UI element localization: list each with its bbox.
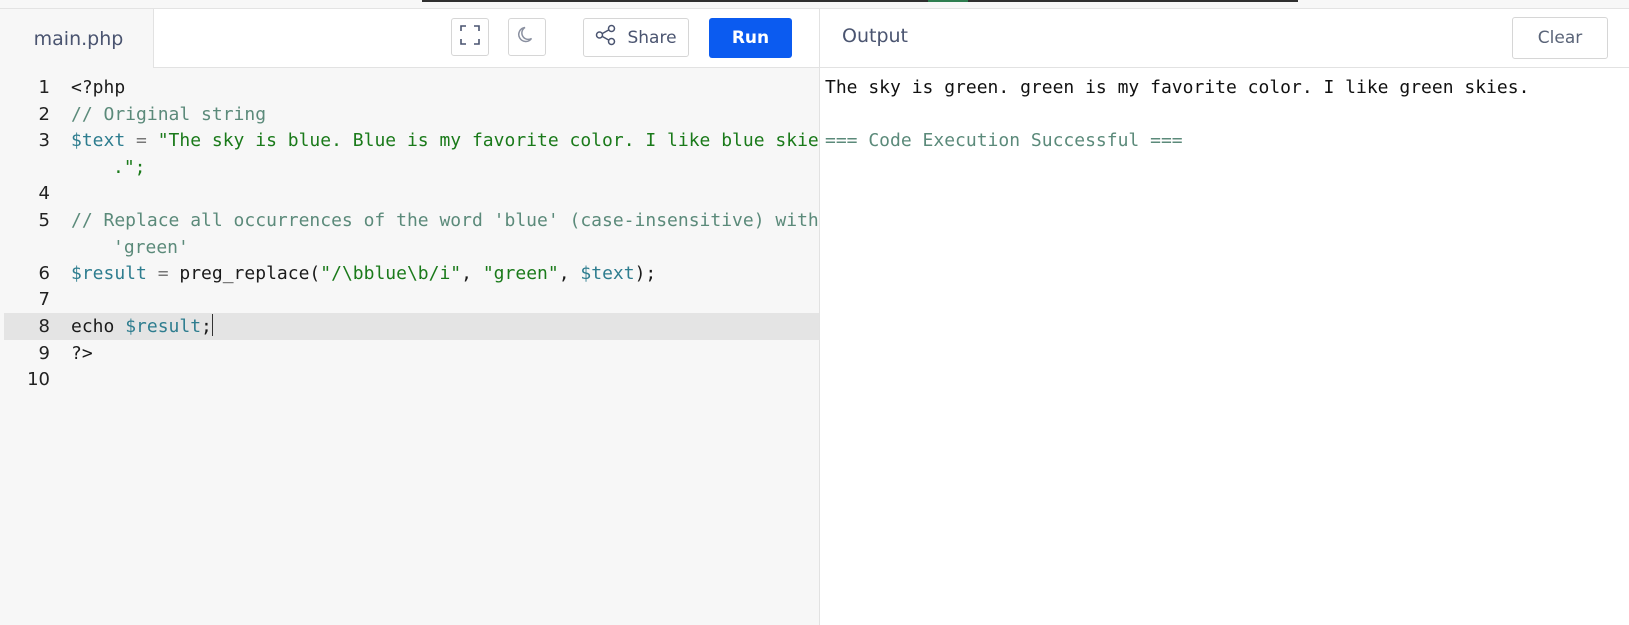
code-punct: );: [634, 263, 657, 284]
line-number: 6: [38, 263, 50, 284]
file-tab[interactable]: main.php: [4, 9, 154, 68]
share-label: Share: [627, 27, 677, 48]
line-number: 3: [38, 130, 50, 151]
code-line: 9 ?>: [4, 340, 819, 367]
output-title: Output: [842, 25, 908, 47]
code-text: $text = "The sky is blue. Blue is my fav…: [71, 127, 830, 154]
code-function: preg_replace(: [179, 263, 321, 284]
code-wrap-continuation: .";: [113, 154, 146, 181]
code-comment: // Replace all occurrences of the word '…: [71, 210, 819, 231]
output-pane: Output Clear The sky is green. green is …: [820, 9, 1629, 625]
code-line-active: 8 echo $result;: [4, 313, 819, 340]
top-bar-segment: [928, 0, 968, 2]
code-line: 10: [4, 366, 819, 393]
execution-status: === Code Execution Successful ===: [825, 130, 1183, 151]
code-operator: =: [125, 130, 158, 151]
code-operator: =: [146, 263, 180, 284]
share-button[interactable]: Share: [583, 18, 689, 57]
clear-label: Clear: [1537, 28, 1583, 48]
code-string: "/\bblue\b/i": [320, 263, 462, 284]
clear-button[interactable]: Clear: [1512, 17, 1608, 59]
output-toolbar: Output Clear: [820, 9, 1629, 68]
share-icon: [595, 24, 617, 51]
line-number: 1: [38, 77, 50, 98]
code-text: <?php: [71, 77, 126, 98]
code-string: .";: [113, 157, 146, 178]
line-number: 9: [38, 343, 50, 364]
line-number: 5: [38, 210, 50, 231]
code-punct: ,: [461, 263, 483, 284]
code-line: 7: [4, 286, 819, 313]
code-line: 1 <?php: [4, 74, 819, 101]
code-text: ?>: [71, 343, 93, 364]
theme-toggle-button[interactable]: [508, 18, 546, 56]
code-line: 6 $result = preg_replace("/\bblue\b/i", …: [4, 260, 819, 287]
editor-pane: main.php Share Run 1 <?php 2 // Original…: [4, 9, 830, 625]
fullscreen-button[interactable]: [451, 18, 489, 56]
code-editor[interactable]: 1 <?php 2 // Original string 3 $text = "…: [4, 68, 830, 625]
code-punct: ,: [558, 263, 581, 284]
code-variable: $result: [125, 316, 202, 337]
line-number: 7: [38, 289, 50, 310]
code-variable: $text: [580, 263, 635, 284]
code-variable: $result: [71, 263, 147, 284]
code-line: 3 $text = "The sky is blue. Blue is my f…: [4, 127, 830, 181]
fullscreen-icon: [460, 24, 480, 50]
code-text: $result = preg_replace("/\bblue\b/i", "g…: [71, 260, 656, 287]
code-string: "The sky is blue. Blue is my favorite co…: [157, 130, 830, 151]
app-root: main.php Share Run 1 <?php 2 // Original…: [0, 0, 1629, 625]
run-label: Run: [731, 28, 770, 48]
code-line: 2 // Original string: [4, 101, 819, 128]
code-line: 4: [4, 180, 819, 207]
run-button[interactable]: Run: [709, 18, 792, 58]
line-number: 10: [27, 369, 50, 390]
line-number: 8: [38, 316, 50, 337]
line-number: 4: [38, 183, 50, 204]
top-bar-segment: [968, 0, 1298, 2]
code-punct: ;: [201, 316, 212, 337]
moon-icon: [517, 25, 537, 50]
line-number: 2: [38, 104, 50, 125]
code-text: echo $result;: [71, 313, 213, 340]
output-result: The sky is green. green is my favorite c…: [825, 77, 1530, 98]
code-string: "green": [482, 263, 559, 284]
code-line: 5 // Replace all occurrences of the word…: [4, 207, 819, 261]
top-bar-segment: [422, 0, 928, 2]
code-variable: $text: [71, 130, 126, 151]
file-tab-label: main.php: [33, 27, 124, 50]
code-keyword: echo: [71, 316, 126, 337]
code-comment-continuation: 'green': [113, 237, 189, 258]
text-cursor: [211, 314, 213, 336]
code-comment: // Original string: [71, 104, 267, 125]
editor-toolbar: main.php Share Run: [4, 9, 819, 68]
